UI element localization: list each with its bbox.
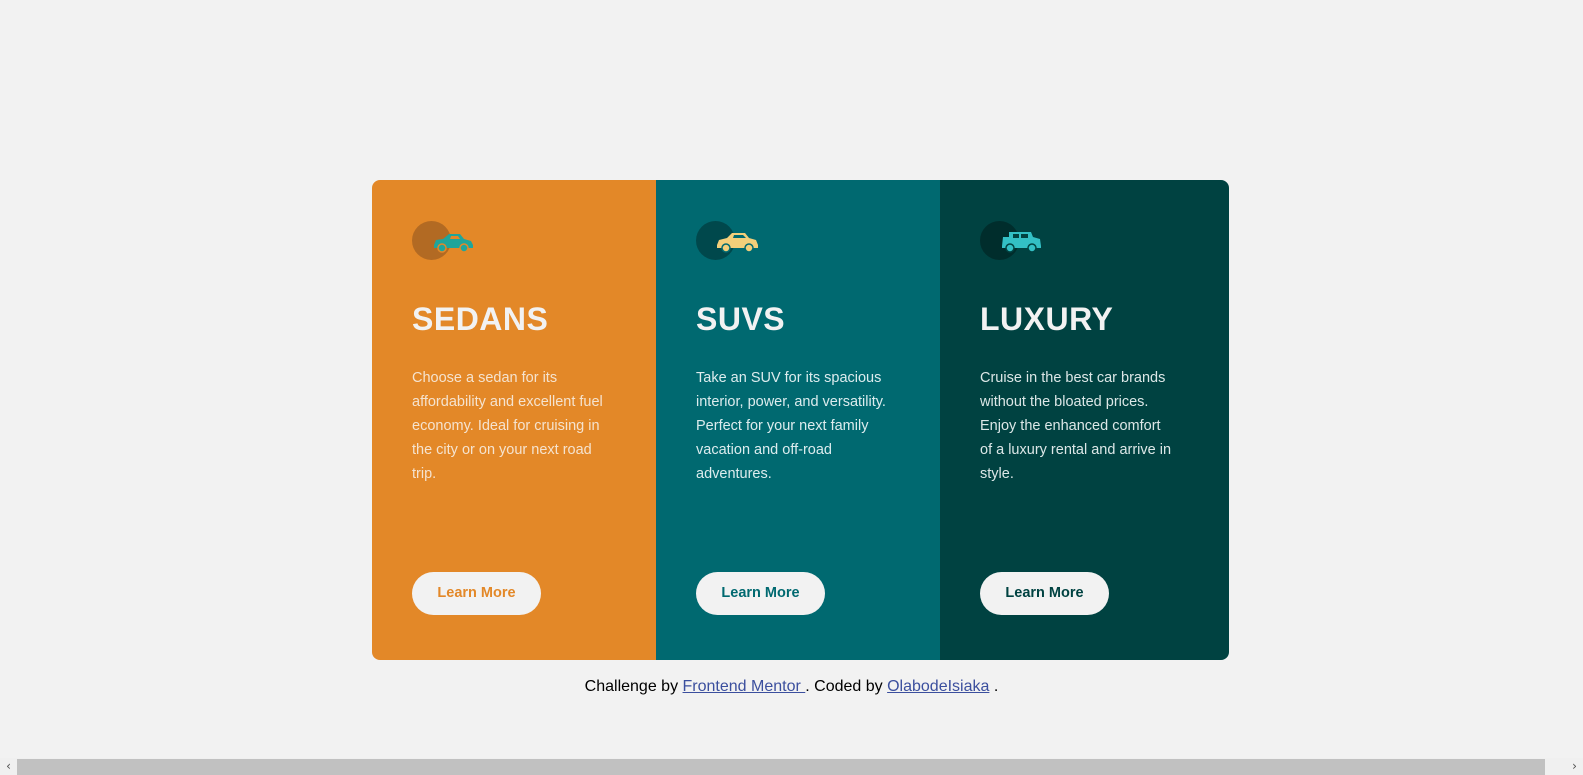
sedan-car-icon [434, 234, 473, 253]
suv-icon-wrap [696, 221, 760, 261]
horizontal-scrollbar[interactable]: ‹ › [0, 758, 1583, 775]
author-link[interactable]: OlabodeIsiaka [887, 678, 989, 695]
scroll-right-icon[interactable]: › [1566, 758, 1583, 775]
frontend-mentor-link[interactable]: Frontend Mentor [683, 678, 806, 695]
luxury-icon-wrap [980, 221, 1044, 261]
scroll-left-icon[interactable]: ‹ [0, 758, 17, 775]
attribution-footer: Challenge by Frontend Mentor . Coded by … [0, 678, 1583, 696]
sedan-icon-wrap [412, 221, 476, 261]
footer-middle: . Coded by [805, 678, 883, 695]
footer-prefix: Challenge by [584, 678, 679, 695]
card-suvs: SUVS Take an SUV for its spacious interi… [656, 180, 940, 660]
footer-suffix: . [993, 678, 999, 695]
luxury-car-icon [1002, 232, 1041, 253]
card-description: Choose a sedan for its affordability and… [412, 370, 603, 482]
card-title: SEDANS [412, 301, 549, 337]
card-luxury: LUXURY Cruise in the best car brands wit… [940, 180, 1229, 660]
suv-car-icon [717, 233, 758, 253]
car-cards-container: SEDANS Choose a sedan for its affordabil… [372, 180, 1229, 660]
learn-more-button-sedans[interactable]: Learn More [412, 572, 541, 615]
card-title: SUVS [696, 301, 786, 337]
learn-more-button-suvs[interactable]: Learn More [696, 572, 825, 615]
card-description: Take an SUV for its spacious interior, p… [696, 370, 886, 482]
scrollbar-thumb[interactable] [17, 759, 1545, 775]
card-description: Cruise in the best car brands without th… [980, 370, 1172, 482]
card-sedans: SEDANS Choose a sedan for its affordabil… [372, 180, 656, 660]
learn-more-button-luxury[interactable]: Learn More [980, 572, 1109, 615]
card-title: LUXURY [980, 301, 1114, 337]
